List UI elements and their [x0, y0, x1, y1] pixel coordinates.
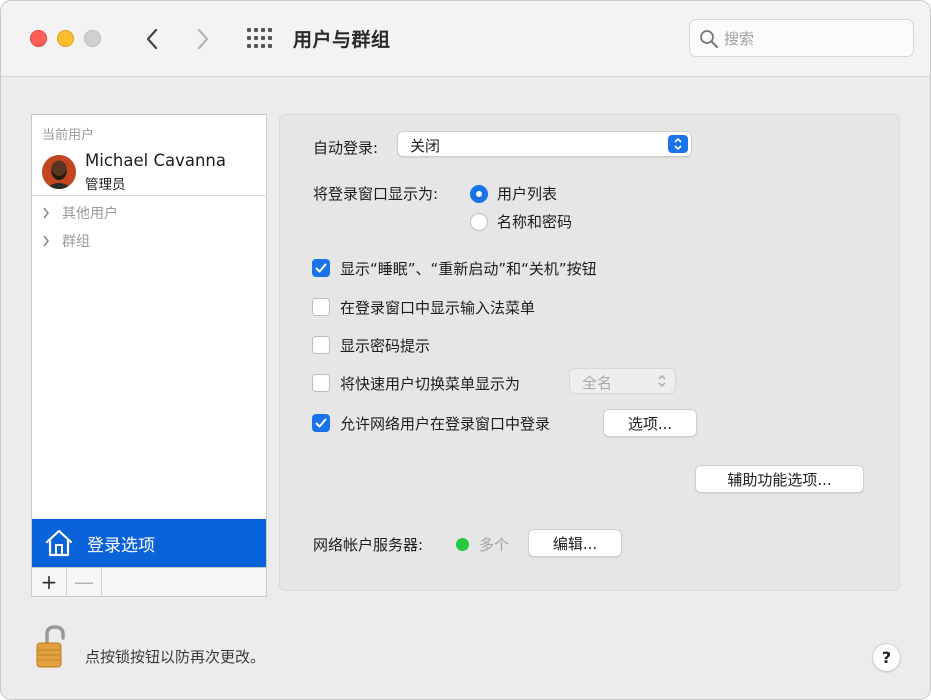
- sidebar-item-login-options[interactable]: 登录选项: [32, 519, 266, 567]
- fast-user-switching-value: 全名: [582, 374, 613, 392]
- checkbox-show-power-buttons[interactable]: [312, 259, 330, 277]
- radio-user-list[interactable]: [470, 185, 488, 203]
- chevron-right-icon: [42, 207, 52, 219]
- network-options-button[interactable]: 选项...: [603, 409, 697, 437]
- preferences-window: 用户与群组 当前用户 Michael Cavanna 管理员: [0, 0, 931, 700]
- network-server-label: 网络帐户服务器:: [313, 536, 424, 554]
- radio-name-and-password-label: 名称和密码: [497, 213, 573, 231]
- add-user-button[interactable]: +: [32, 568, 67, 596]
- search-input[interactable]: [724, 26, 904, 52]
- auto-login-label: 自动登录:: [313, 139, 379, 157]
- auto-login-value: 关闭: [410, 137, 441, 155]
- sidebar-item-other-users[interactable]: 其他用户: [42, 203, 118, 223]
- back-button[interactable]: [139, 25, 165, 53]
- chevron-right-icon: [197, 28, 209, 50]
- checkmark-icon: [315, 263, 327, 273]
- auto-login-popup[interactable]: 关闭: [397, 131, 692, 157]
- fast-user-switching-label: 将快速用户切换菜单显示为: [340, 375, 521, 393]
- sidebar-item-groups[interactable]: 群组: [42, 231, 90, 251]
- sidebar-toolbar: + —: [32, 567, 266, 596]
- title-bar: 用户与群组: [1, 1, 930, 77]
- window-title: 用户与群组: [293, 29, 391, 51]
- network-server-status: 多个: [479, 536, 510, 554]
- checkbox-show-input-menu[interactable]: [312, 298, 330, 316]
- house-icon: [45, 529, 73, 557]
- checkbox-show-password-hints[interactable]: [312, 336, 330, 354]
- current-user-role: 管理员: [85, 177, 126, 193]
- radio-user-list-label: 用户列表: [497, 185, 558, 203]
- radio-name-and-password[interactable]: [470, 213, 488, 231]
- lock-hint-text: 点按锁按钮以防再次更改。: [85, 648, 266, 666]
- sidebar-divider: [32, 195, 266, 196]
- current-user-name: Michael Cavanna: [85, 151, 226, 170]
- edit-network-server-button[interactable]: 编辑...: [528, 529, 622, 557]
- updown-arrows-icon: [657, 373, 667, 393]
- chevron-left-icon: [146, 28, 158, 50]
- search-icon: [700, 30, 718, 48]
- display-login-window-label: 将登录窗口显示为:: [313, 185, 439, 203]
- login-options-label: 登录选项: [87, 535, 155, 556]
- forward-button[interactable]: [190, 25, 216, 53]
- login-options-panel: 自动登录: 关闭 将登录窗口显示为: 用户列表 名称和密码 显示“睡眠”、“重新…: [279, 114, 900, 591]
- help-button[interactable]: ?: [872, 643, 901, 672]
- show-all-grid-icon[interactable]: [245, 26, 273, 52]
- allow-network-users-label: 允许网络用户在登录窗口中登录: [340, 415, 551, 433]
- checkbox-fast-user-switching[interactable]: [312, 374, 330, 392]
- users-sidebar: 当前用户 Michael Cavanna 管理员 其他用户 群组 登录选项 + …: [31, 114, 267, 597]
- chevron-right-icon: [42, 235, 52, 247]
- accessibility-options-button[interactable]: 辅助功能选项...: [695, 465, 864, 493]
- avatar: [42, 155, 76, 189]
- show-password-hints-label: 显示密码提示: [340, 337, 431, 355]
- checkmark-icon: [315, 418, 327, 428]
- zoom-window-button[interactable]: [84, 30, 101, 47]
- status-dot: [456, 538, 469, 551]
- search-field[interactable]: [689, 19, 914, 57]
- sidebar-item-label: 其他用户: [62, 206, 118, 222]
- checkbox-allow-network-users[interactable]: [312, 414, 330, 432]
- fast-user-switching-popup[interactable]: 全名: [569, 368, 676, 394]
- minimize-window-button[interactable]: [57, 30, 74, 47]
- lock-icon[interactable]: [35, 624, 71, 670]
- sidebar-item-label: 群组: [62, 234, 90, 250]
- updown-arrows-icon: [668, 135, 688, 153]
- close-window-button[interactable]: [30, 30, 47, 47]
- current-users-header: 当前用户: [42, 128, 95, 143]
- remove-user-button[interactable]: —: [67, 568, 102, 596]
- show-input-menu-label: 在登录窗口中显示输入法菜单: [340, 299, 536, 317]
- show-power-buttons-label: 显示“睡眠”、“重新启动”和“关机”按钮: [340, 260, 597, 278]
